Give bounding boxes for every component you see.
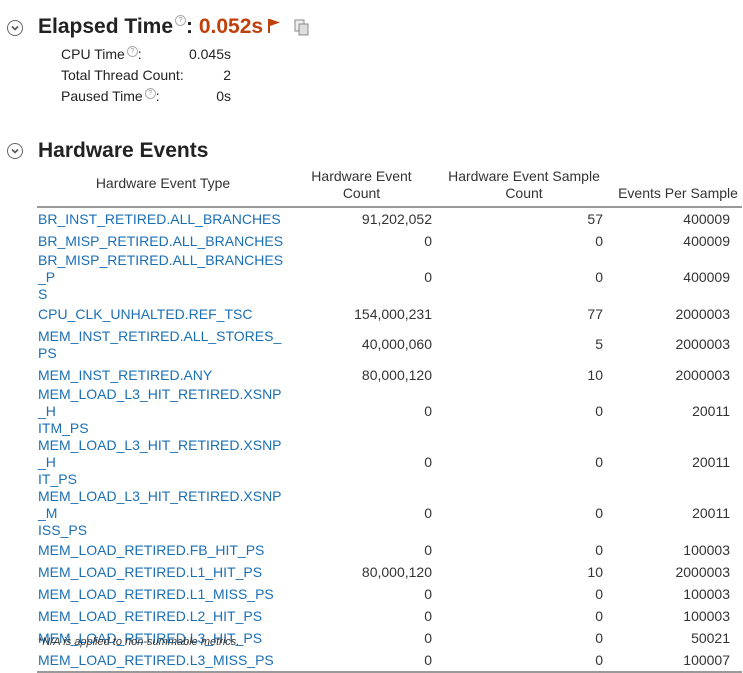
- column-header-event-count[interactable]: Hardware Event Count: [289, 168, 434, 208]
- collapse-hardware-events-button[interactable]: [7, 143, 23, 159]
- event-type-link[interactable]: MEM_LOAD_RETIRED.L1_HIT_PS: [37, 561, 289, 583]
- event-type-link[interactable]: MEM_LOAD_RETIRED.L3_MISS_PS: [37, 649, 289, 672]
- table-row: MEM_LOAD_RETIRED.L3_MISS_PS 0 0 100007: [37, 649, 742, 672]
- table-row: MEM_LOAD_L3_HIT_RETIRED.XSNP_M ISS_PS 0 0 20…: [37, 488, 742, 539]
- cpu-time-label: CPU Time?:: [61, 46, 142, 62]
- table-row: BR_MISP_RETIRED.ALL_BRANCHES 0 0 400009: [37, 230, 742, 252]
- event-count-cell: 91,202,052: [361, 210, 432, 227]
- help-icon[interactable]: ?: [126, 46, 138, 57]
- footnote: *N/A is applied to non-summable metrics.: [38, 636, 240, 648]
- sample-count-cell: 0: [595, 403, 603, 419]
- hardware-events-body: BR_INST_RETIRED.ALL_BRANCHES 91,202,052 57…: [37, 207, 742, 672]
- event-count-cell: 0: [424, 269, 432, 285]
- event-type-link[interactable]: MEM_LOAD_RETIRED.L1_MISS_PS: [37, 583, 289, 605]
- events-per-sample-cell: 20011: [692, 403, 730, 419]
- event-count-cell: 0: [424, 505, 432, 521]
- event-count-cell: 0: [424, 454, 432, 470]
- hardware-events-table: Hardware Event Type Hardware Event Count…: [37, 168, 742, 673]
- event-type-link[interactable]: MEM_LOAD_L3_HIT_RETIRED.XSNP_H IT_PS: [37, 437, 289, 488]
- table-row: MEM_LOAD_RETIRED.L1_HIT_PS 80,000,120 10 20…: [37, 561, 742, 583]
- event-type-link[interactable]: MEM_INST_RETIRED.ANY: [37, 364, 289, 386]
- paused-time-value: 0s: [216, 88, 231, 104]
- table-row: BR_MISP_RETIRED.ALL_BRANCHES_P S 0 0 400009: [37, 252, 742, 303]
- chevron-down-icon: [11, 25, 19, 31]
- event-count-cell: 0: [424, 607, 432, 624]
- event-count-cell: 80,000,120: [361, 366, 432, 383]
- sample-count-cell: 0: [595, 629, 603, 646]
- table-row: MEM_INST_RETIRED.ALL_STORES_PS 40,000,060…: [37, 325, 742, 364]
- event-count-cell: 154,000,231: [354, 305, 432, 322]
- event-count-cell: 40,000,060: [361, 336, 432, 352]
- sample-count-cell: 5: [595, 336, 603, 352]
- events-per-sample-cell: 400009: [683, 232, 730, 249]
- elapsed-time-colon: :: [186, 15, 194, 38]
- table-row: MEM_INST_RETIRED.ANY 80,000,120 10 2000003: [37, 364, 742, 386]
- paused-time-label: Paused Time?:: [61, 88, 160, 104]
- sample-count-cell: 0: [595, 454, 603, 470]
- event-type-link[interactable]: MEM_LOAD_RETIRED.L2_HIT_PS: [37, 605, 289, 627]
- total-thread-count-value: 2: [223, 67, 231, 83]
- event-type-link[interactable]: MEM_INST_RETIRED.ALL_STORES_PS: [37, 325, 289, 364]
- hardware-events-title: Hardware Events: [38, 139, 209, 162]
- event-count-cell: 80,000,120: [361, 563, 432, 580]
- table-header-row: Hardware Event Type Hardware Event Count…: [37, 168, 742, 208]
- table-row: MEM_LOAD_L3_HIT_RETIRED.XSNP_H IT_PS 0 0 200…: [37, 437, 742, 488]
- elapsed-time-heading: Elapsed Time?: 0.052s: [38, 15, 263, 39]
- elapsed-time-value: 0.052s: [198, 15, 264, 38]
- event-count-cell: 0: [424, 651, 432, 668]
- events-per-sample-cell: 400009: [683, 210, 730, 227]
- table-row: MEM_LOAD_RETIRED.L2_HIT_PS 0 0 100003: [37, 605, 742, 627]
- event-type-link[interactable]: MEM_LOAD_L3_HIT_RETIRED.XSNP_H ITM_PS: [37, 386, 289, 437]
- sample-count-cell: 10: [587, 366, 603, 383]
- events-per-sample-cell: 100003: [683, 541, 730, 558]
- chevron-down-icon: [11, 148, 19, 154]
- events-per-sample-cell: 2000003: [675, 305, 730, 322]
- cpu-time-value: 0.045s: [188, 46, 231, 62]
- event-type-link[interactable]: BR_MISP_RETIRED.ALL_BRANCHES: [37, 230, 289, 252]
- events-per-sample-cell: 2000003: [675, 563, 730, 580]
- column-header-sample-count[interactable]: Hardware Event Sample Count: [434, 168, 614, 208]
- table-row: BR_INST_RETIRED.ALL_BRANCHES 91,202,052 57…: [37, 207, 742, 230]
- event-count-cell: 0: [424, 232, 432, 249]
- event-count-cell: 0: [424, 629, 432, 646]
- table-row: CPU_CLK_UNHALTED.REF_TSC 154,000,231 77 200…: [37, 303, 742, 325]
- sample-count-cell: 57: [587, 210, 603, 227]
- table-row: MEM_LOAD_L3_HIT_RETIRED.XSNP_H ITM_PS 0 0 20…: [37, 386, 742, 437]
- event-count-cell: 0: [424, 585, 432, 602]
- event-type-link[interactable]: BR_INST_RETIRED.ALL_BRANCHES: [37, 207, 289, 230]
- events-per-sample-cell: 20011: [692, 505, 730, 521]
- event-type-link[interactable]: MEM_LOAD_L3_HIT_RETIRED.XSNP_M ISS_PS: [37, 488, 289, 539]
- sample-count-cell: 77: [587, 305, 603, 322]
- events-per-sample-cell: 100007: [683, 651, 730, 668]
- sample-count-cell: 0: [595, 607, 603, 624]
- event-type-link[interactable]: CPU_CLK_UNHALTED.REF_TSC: [37, 303, 289, 325]
- sample-count-cell: 0: [595, 585, 603, 602]
- elapsed-time-title: Elapsed Time: [38, 15, 174, 38]
- copy-icon[interactable]: [294, 19, 310, 36]
- event-type-link[interactable]: BR_MISP_RETIRED.ALL_BRANCHES_P S: [37, 252, 289, 303]
- table-row: MEM_LOAD_RETIRED.FB_HIT_PS 0 0 100003: [37, 539, 742, 561]
- events-per-sample-cell: 20011: [692, 454, 730, 470]
- event-type-link[interactable]: MEM_LOAD_RETIRED.FB_HIT_PS: [37, 539, 289, 561]
- sample-count-cell: 0: [595, 505, 603, 521]
- collapse-elapsed-button[interactable]: [7, 20, 23, 36]
- column-header-events-per-sample[interactable]: Events Per Sample: [614, 168, 742, 208]
- events-per-sample-cell: 100003: [683, 607, 730, 624]
- events-per-sample-cell: 400009: [683, 269, 730, 285]
- flag-icon: [268, 19, 280, 33]
- column-header-event-type[interactable]: Hardware Event Type: [37, 168, 289, 208]
- table-row: MEM_LOAD_RETIRED.L1_MISS_PS 0 0 100003: [37, 583, 742, 605]
- sample-count-cell: 0: [595, 269, 603, 285]
- event-count-cell: 0: [424, 541, 432, 558]
- events-per-sample-cell: 100003: [683, 585, 730, 602]
- events-per-sample-cell: 2000003: [675, 336, 730, 352]
- event-count-cell: 0: [424, 403, 432, 419]
- events-per-sample-cell: 2000003: [675, 366, 730, 383]
- help-icon[interactable]: ?: [175, 15, 187, 26]
- events-per-sample-cell: 50021: [691, 629, 730, 646]
- sample-count-cell: 0: [595, 232, 603, 249]
- sample-count-cell: 10: [587, 563, 603, 580]
- sample-count-cell: 0: [595, 651, 603, 668]
- sample-count-cell: 0: [595, 541, 603, 558]
